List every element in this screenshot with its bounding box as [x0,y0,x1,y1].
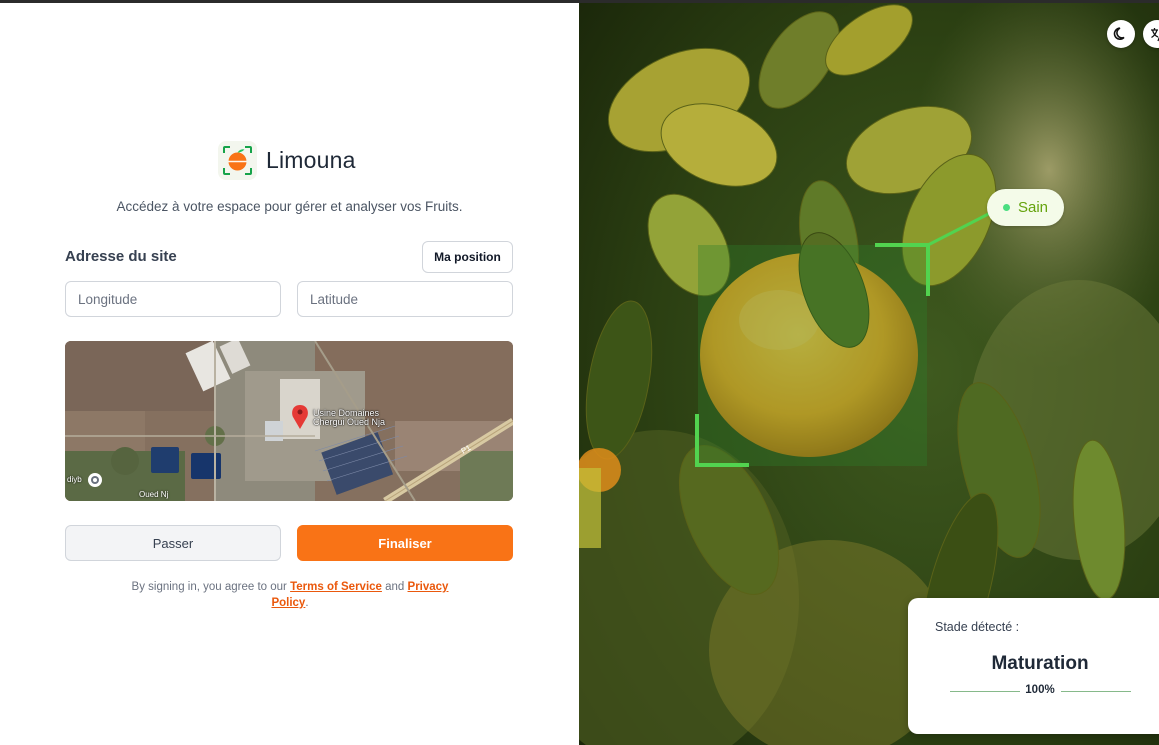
terms-and: and [385,581,405,593]
health-status-label: Sain [1017,199,1049,216]
moon-icon [1113,27,1125,40]
theme-toggle-button[interactable] [1107,20,1135,48]
brand: Limouna [218,141,356,180]
status-dot-icon [1002,204,1010,211]
stage-label: Stade détecté : [935,620,1020,634]
translate-icon [1151,28,1159,42]
map-road-label: Oued Nj [139,490,169,499]
terms-suffix: . [305,597,309,609]
login-panel: Limouna Accédez à votre espace pour gére… [0,0,579,745]
skip-button[interactable]: Passer [65,525,281,561]
terms-of-service-link[interactable]: Terms of Service [290,581,382,593]
detection-result-card: Stade détecté : Maturation 100% [908,598,1159,734]
stage-value: Maturation [991,653,1089,674]
divider [950,691,1020,692]
map-marker-label: Usine Domaines Chergui Oued Nja [313,408,386,427]
divider [1061,691,1131,692]
terms-prefix: By signing in, you agree to our [131,581,287,593]
longitude-input[interactable] [65,281,281,317]
terms-notice: By signing in, you agree to our Terms of… [120,579,460,611]
latitude-input[interactable] [297,281,513,317]
brand-name: Limouna [266,147,356,173]
site-address-label: Adresse du site [65,248,177,265]
page-subtitle: Accédez à votre espace pour gérer et ana… [116,199,463,214]
finish-button[interactable]: Finaliser [297,525,513,561]
map-edge-label: diyb [67,475,82,484]
health-status-badge: Sain [987,189,1064,226]
window-top-border [0,0,1159,3]
my-position-button[interactable]: Ma position [422,241,513,273]
confidence-value: 100% [1025,684,1055,696]
satellite-map[interactable]: P1 Usine Domaines Chergui Oued Nja diyb … [65,341,513,501]
hero-image-panel: Sain Stade détecté : Maturation 100% [579,0,1159,745]
logo-icon [218,141,257,180]
